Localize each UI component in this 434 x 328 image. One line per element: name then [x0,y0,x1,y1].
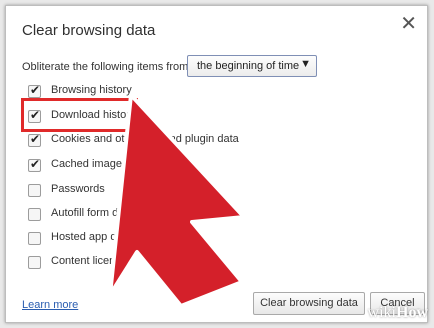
wikihow-watermark: wikiHow [368,304,428,322]
watermark-suffix: How [396,304,428,321]
watermark-prefix: wiki [367,304,396,321]
pointer-arrow [108,93,246,308]
